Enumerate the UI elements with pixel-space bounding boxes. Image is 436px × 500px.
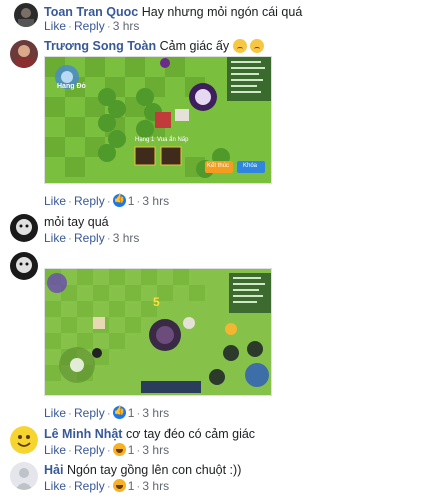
- reply-link[interactable]: Reply: [74, 479, 105, 493]
- game-label-left: Hang Đỏ: [57, 83, 86, 90]
- timestamp[interactable]: 3 hrs: [113, 231, 140, 245]
- game-scene: [45, 57, 271, 183]
- timestamp[interactable]: 3 hrs: [142, 406, 169, 420]
- comment-text: cơ tay đéo có cảm giác: [125, 427, 256, 441]
- like-link[interactable]: Like: [44, 443, 66, 457]
- avatar[interactable]: [10, 426, 38, 454]
- exit-game-button: Kết thúc: [207, 163, 230, 169]
- game-scene: [45, 269, 271, 395]
- avatar[interactable]: [10, 462, 38, 490]
- continue-game-button: Khóa: [243, 163, 258, 169]
- like-reaction-icon[interactable]: [112, 405, 126, 419]
- like-link[interactable]: Like: [44, 406, 66, 420]
- default-avatar-icon: [10, 462, 38, 490]
- comment-text: mỏi tay quá: [44, 215, 109, 229]
- comment-text: Ngón tay gồng lên con chuột :)): [66, 463, 242, 477]
- game-counter: 5: [153, 295, 160, 309]
- avatar[interactable]: [10, 40, 38, 68]
- avatar-image: [10, 214, 38, 242]
- rank-plate-b: Vua ẩn Nấp: [157, 137, 189, 143]
- comment-text: Hay nhưng mỏi ngón cái quá: [141, 5, 303, 19]
- sad-emoji-icon: [250, 39, 265, 53]
- avatar[interactable]: [10, 214, 38, 242]
- watermark: [358, 234, 422, 272]
- reply-link[interactable]: Reply: [74, 19, 105, 33]
- commenter-name[interactable]: Trương Song Toàn: [44, 39, 156, 53]
- reply-link[interactable]: Reply: [74, 406, 105, 420]
- comment-text: Cảm giác ấy: [159, 39, 230, 53]
- commenter-name[interactable]: Toan Tran Quoc: [44, 5, 138, 19]
- commenter-name[interactable]: Lê Minh Nhật: [44, 427, 122, 441]
- smiley-avatar-icon: [10, 426, 38, 454]
- like-link[interactable]: Like: [44, 194, 66, 208]
- timestamp[interactable]: 3 hrs: [142, 194, 169, 208]
- like-link[interactable]: Like: [44, 231, 66, 245]
- sad-emoji-icon: [232, 39, 247, 53]
- avatar-image: [10, 252, 38, 280]
- haha-reaction-icon[interactable]: [112, 443, 126, 456]
- reply-link[interactable]: Reply: [74, 231, 105, 245]
- commenter-name[interactable]: Hải: [44, 463, 63, 477]
- timestamp[interactable]: 3 hrs: [113, 19, 140, 33]
- like-reaction-icon[interactable]: [112, 193, 126, 207]
- avatar[interactable]: [14, 3, 38, 27]
- avatar[interactable]: [10, 252, 38, 280]
- avatar-image: [10, 40, 38, 68]
- avatar-image: [14, 3, 38, 27]
- attached-game-screenshot[interactable]: Hang Đỏ Hạng 1 Vua ẩn Nấp Kết thúc Khóa: [44, 56, 272, 184]
- reply-link[interactable]: Reply: [74, 443, 105, 457]
- timestamp[interactable]: 3 hrs: [142, 443, 169, 457]
- reply-link[interactable]: Reply: [74, 194, 105, 208]
- attached-game-screenshot[interactable]: 5: [44, 268, 272, 396]
- haha-reaction-icon[interactable]: [112, 479, 126, 492]
- like-link[interactable]: Like: [44, 479, 66, 493]
- like-link[interactable]: Like: [44, 19, 66, 33]
- rank-plate-a: Hạng 1: [135, 137, 155, 143]
- timestamp[interactable]: 3 hrs: [142, 479, 169, 493]
